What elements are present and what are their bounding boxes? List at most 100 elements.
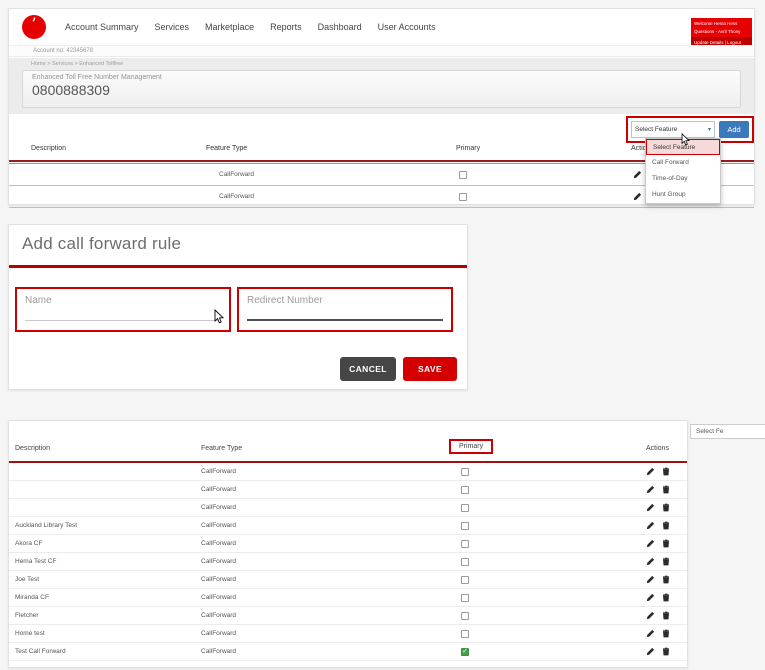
edit-icon[interactable] <box>646 629 655 638</box>
edit-icon[interactable] <box>646 467 655 476</box>
feature-type-cell: CallForward <box>201 558 237 565</box>
delete-icon[interactable] <box>662 593 670 602</box>
edit-icon[interactable] <box>633 170 642 179</box>
delete-icon[interactable] <box>662 521 670 530</box>
page: ’ Account Summary Services Marketplace R… <box>0 0 765 670</box>
column-header-description: Description <box>15 445 51 452</box>
top-nav-bar: ’ Account Summary Services Marketplace R… <box>9 9 754 48</box>
edit-icon[interactable] <box>646 593 655 602</box>
feature-type-cell: CallForward <box>201 576 237 583</box>
primary-checkbox[interactable] <box>461 558 469 566</box>
description-cell: Auckland Library Test <box>15 522 78 529</box>
description-cell: Home test <box>15 630 45 637</box>
description-cell: Akora CF <box>15 540 43 547</box>
add-button[interactable]: Add <box>719 121 749 138</box>
redirect-underline <box>247 319 443 321</box>
primary-checkbox[interactable] <box>461 486 469 494</box>
primary-checkbox[interactable] <box>461 630 469 638</box>
table-row: Home test CallForward <box>9 625 687 643</box>
edit-icon[interactable] <box>633 192 642 201</box>
edit-icon[interactable] <box>646 557 655 566</box>
nav-item-reports[interactable]: Reports <box>270 22 302 32</box>
delete-icon[interactable] <box>662 503 670 512</box>
primary-checkbox[interactable]: ✓ <box>461 648 469 656</box>
delete-icon[interactable] <box>662 629 670 638</box>
primary-checkbox[interactable] <box>461 504 469 512</box>
edit-icon[interactable] <box>646 539 655 548</box>
modal-divider <box>9 265 467 268</box>
primary-checkbox[interactable] <box>461 522 469 530</box>
delete-icon[interactable] <box>662 611 670 620</box>
column-header-description: Description <box>31 145 67 152</box>
nav-item-dashboard[interactable]: Dashboard <box>318 22 362 32</box>
modal-title: Add call forward rule <box>22 234 182 253</box>
table-row: CallForward <box>9 481 687 499</box>
dropdown-option-hunt-group[interactable]: Hunt Group <box>646 187 720 203</box>
feature-type-cell: CallForward <box>219 171 255 178</box>
dropdown-option-call-forward[interactable]: Call Forward <box>646 155 720 171</box>
dropdown-option-time-of-day[interactable]: Time-of-Day <box>646 171 720 187</box>
breadcrumb[interactable]: Home > Services > Enhanced Tollfree <box>31 61 123 67</box>
nav-item-user-accounts[interactable]: User Accounts <box>378 22 436 32</box>
redirect-number-field[interactable]: Redirect Number <box>237 287 453 332</box>
delete-icon[interactable] <box>662 539 670 548</box>
description-cell: Miranda CF <box>15 594 49 601</box>
edit-icon[interactable] <box>646 647 655 656</box>
feature-type-cell: CallForward <box>201 468 237 475</box>
feature-type-cell: CallForward <box>201 630 237 637</box>
edit-icon[interactable] <box>646 611 655 620</box>
feature-type-cell: CallForward <box>201 594 237 601</box>
primary-checkbox[interactable] <box>461 612 469 620</box>
edit-icon[interactable] <box>646 485 655 494</box>
tollfree-panel: Enhanced Toll Free Number Management 080… <box>22 70 741 108</box>
cancel-button[interactable]: CANCEL <box>340 357 396 381</box>
primary-checkbox[interactable] <box>459 193 467 201</box>
save-button[interactable]: SAVE <box>403 357 457 381</box>
column-header-actions: Actions <box>646 445 669 452</box>
features-table-screenshot: Description Feature Type Primary Actions… <box>8 420 688 668</box>
description-cell: Fletcher <box>15 612 39 619</box>
nav-item-account-summary[interactable]: Account Summary <box>65 22 139 32</box>
edit-icon[interactable] <box>646 521 655 530</box>
delete-icon[interactable] <box>662 557 670 566</box>
welcome-banner: Welcome Hema Hess Questions - Avril Thon… <box>691 18 752 48</box>
table-row: CallForward <box>9 186 754 208</box>
name-field[interactable]: Name <box>15 287 231 332</box>
table-row: CallForward <box>9 499 687 517</box>
nav-item-marketplace[interactable]: Marketplace <box>205 22 254 32</box>
table-row: Auckland Library Test CallForward <box>9 517 687 535</box>
primary-checkbox[interactable] <box>459 171 467 179</box>
table-row: CallForward <box>9 463 687 481</box>
select-feature-partial[interactable]: Select Fe <box>690 424 765 439</box>
select-feature-dropdown[interactable]: Select Feature ▾ <box>631 121 715 138</box>
portal-screenshot: ’ Account Summary Services Marketplace R… <box>8 8 755 208</box>
account-number-label: Account no: 42345678 <box>9 45 754 57</box>
delete-icon[interactable] <box>662 467 670 476</box>
delete-icon[interactable] <box>662 575 670 584</box>
primary-checkbox[interactable] <box>461 468 469 476</box>
description-cell: Test Call Forward <box>15 648 66 655</box>
redirect-placeholder: Redirect Number <box>247 295 323 306</box>
description-cell: Joe Test <box>15 576 40 583</box>
table-row: Miranda CF CallForward <box>9 589 687 607</box>
select-feature-value: Select Feature <box>635 126 678 133</box>
questions-text: Questions - Avril Thony <box>694 28 741 34</box>
edit-icon[interactable] <box>646 503 655 512</box>
primary-checkbox[interactable] <box>461 594 469 602</box>
delete-icon[interactable] <box>662 485 670 494</box>
nav-item-services[interactable]: Services <box>155 22 190 32</box>
column-header-feature-type: Feature Type <box>206 145 248 152</box>
primary-checkbox[interactable] <box>461 576 469 584</box>
feature-type-cell: CallForward <box>201 540 237 547</box>
add-call-forward-modal: Add call forward rule Name Redirect Numb… <box>8 224 468 390</box>
tollfree-number: 0800888309 <box>32 82 110 98</box>
primary-checkbox[interactable] <box>461 540 469 548</box>
header-rule <box>9 160 754 162</box>
vodafone-logo-icon[interactable]: ’ <box>22 15 46 39</box>
table-row: Hema Test CF CallForward <box>9 553 687 571</box>
delete-icon[interactable] <box>662 647 670 656</box>
feature-type-cell: CallForward <box>201 486 237 493</box>
caret-down-icon: ▾ <box>707 127 711 133</box>
feature-type-cell: CallForward <box>219 193 255 200</box>
edit-icon[interactable] <box>646 575 655 584</box>
